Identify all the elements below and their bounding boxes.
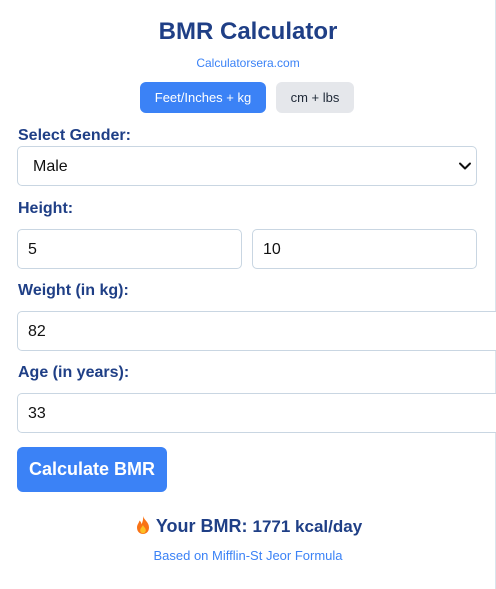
age-value: 33 xyxy=(28,405,46,422)
weight-label: Weight (in kg): xyxy=(18,282,129,299)
height-feet-value: 5 xyxy=(28,241,37,258)
bmr-result-value: 1771 kcal/day xyxy=(252,517,363,536)
site-link[interactable]: Calculatorsera.com xyxy=(0,56,496,70)
gender-select[interactable]: Male xyxy=(17,146,477,186)
age-input[interactable]: 33 xyxy=(17,393,496,433)
gender-label: Select Gender: xyxy=(18,127,131,144)
flame-icon xyxy=(136,516,149,534)
age-label: Age (in years): xyxy=(18,364,130,381)
weight-input[interactable]: 82 xyxy=(17,311,496,351)
unit-cm-lbs-button[interactable]: cm + lbs xyxy=(276,82,354,113)
height-feet-input[interactable]: 5 xyxy=(17,229,242,269)
chevron-down-icon xyxy=(459,162,471,170)
bmr-calculator-card: BMR Calculator Calculatorsera.com Feet/I… xyxy=(0,0,496,589)
page-title: BMR Calculator xyxy=(158,18,338,45)
calculate-bmr-button[interactable]: Calculate BMR xyxy=(17,447,167,492)
bmr-result: Your BMR: 1771 kcal/day xyxy=(0,515,496,537)
unit-feet-inches-kg-button[interactable]: Feet/Inches + kg xyxy=(140,82,266,113)
bmr-result-label: Your BMR: xyxy=(155,516,248,536)
gender-select-value: Male xyxy=(33,158,68,175)
formula-note: Based on Mifflin-St Jeor Formula xyxy=(153,548,343,563)
height-label: Height: xyxy=(18,200,74,217)
weight-value: 82 xyxy=(28,323,46,340)
height-inches-input[interactable]: 10 xyxy=(252,229,477,269)
height-inches-value: 10 xyxy=(263,241,281,258)
